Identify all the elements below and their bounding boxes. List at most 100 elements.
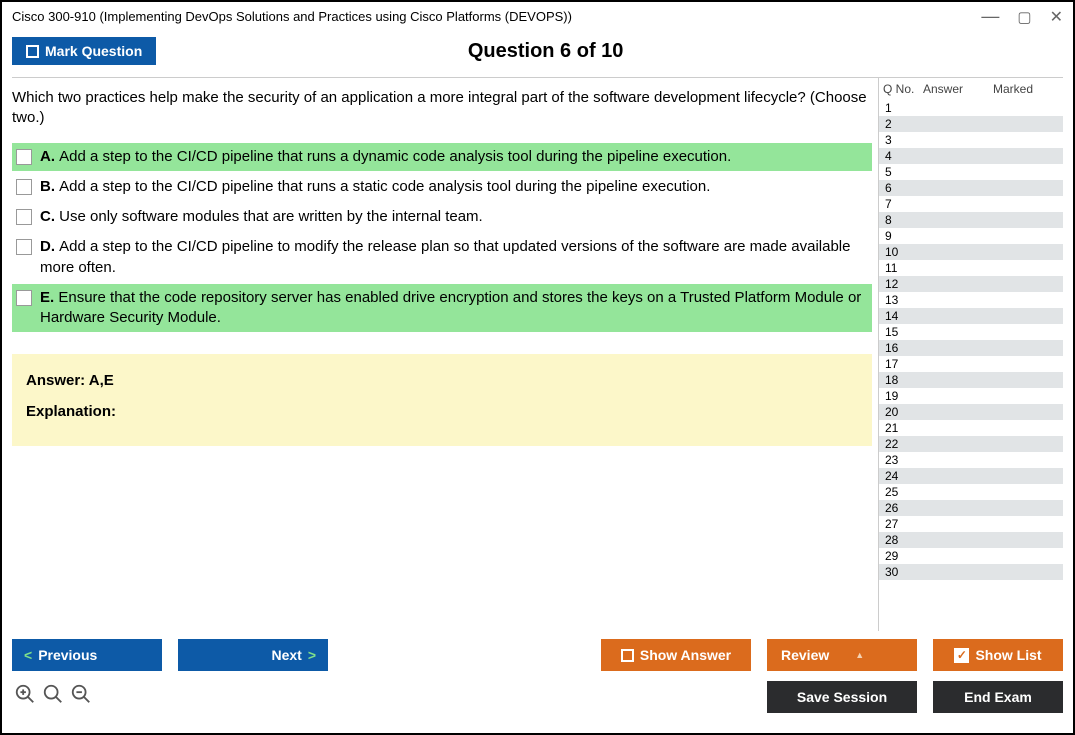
qlist-row[interactable]: 12 (879, 276, 1063, 292)
mark-question-label: Mark Question (45, 43, 142, 59)
zoom-controls (12, 683, 92, 711)
qlist-row[interactable]: 9 (879, 228, 1063, 244)
qlist-row[interactable]: 4 (879, 148, 1063, 164)
option-label: D. (40, 238, 59, 255)
answer-line: Answer: A,E (26, 372, 858, 389)
qlist-row[interactable]: 14 (879, 308, 1063, 324)
show-answer-button[interactable]: Show Answer (601, 639, 751, 671)
titlebar: Cisco 300-910 (Implementing DevOps Solut… (2, 2, 1073, 31)
qlist-row[interactable]: 11 (879, 260, 1063, 276)
qlist-row[interactable]: 16 (879, 340, 1063, 356)
minimize-icon[interactable]: — (981, 6, 999, 27)
option-label: B. (40, 178, 59, 195)
show-list-button[interactable]: ✓ Show List (933, 639, 1063, 671)
question-heading: Question 6 of 10 (156, 40, 935, 63)
show-list-label: Show List (975, 647, 1041, 663)
qlist-row[interactable]: 26 (879, 500, 1063, 516)
qlist-row[interactable]: 25 (879, 484, 1063, 500)
review-button[interactable]: Review ▲ (767, 639, 917, 671)
option-text: B. Add a step to the CI/CD pipeline that… (40, 177, 710, 197)
zoom-in-icon[interactable] (14, 683, 36, 711)
app-window: Cisco 300-910 (Implementing DevOps Solut… (0, 0, 1075, 735)
option-checkbox[interactable] (16, 290, 32, 306)
review-label: Review (781, 647, 829, 663)
qlist-row[interactable]: 17 (879, 356, 1063, 372)
option-label: E. (40, 289, 58, 306)
body-row: Which two practices help make the securi… (12, 78, 1063, 631)
checkbox-icon (621, 649, 634, 662)
qlist-row[interactable]: 19 (879, 388, 1063, 404)
qlist-row[interactable]: 1 (879, 100, 1063, 116)
zoom-out-icon[interactable] (70, 683, 92, 711)
maximize-icon[interactable]: ▢ (1017, 8, 1031, 26)
option-body: Ensure that the code repository server h… (40, 289, 861, 326)
qlist-row[interactable]: 18 (879, 372, 1063, 388)
next-button[interactable]: Next > (178, 639, 328, 671)
question-text: Which two practices help make the securi… (12, 88, 872, 129)
qlist-row[interactable]: 28 (879, 532, 1063, 548)
option-text: A. Add a step to the CI/CD pipeline that… (40, 147, 731, 167)
option-row[interactable]: A. Add a step to the CI/CD pipeline that… (12, 143, 872, 171)
qlist-row[interactable]: 21 (879, 420, 1063, 436)
option-body: Use only software modules that are writt… (59, 208, 483, 225)
option-body: Add a step to the CI/CD pipeline to modi… (40, 238, 850, 275)
next-label: Next (271, 647, 301, 663)
header-row: Mark Question Question 6 of 10 (12, 31, 1063, 78)
qlist-header: Q No. Answer Marked (879, 78, 1063, 100)
footer: < Previous Next > Show Answer Review ▲ (12, 631, 1063, 723)
qlist-row[interactable]: 7 (879, 196, 1063, 212)
option-text: D. Add a step to the CI/CD pipeline to m… (40, 237, 866, 278)
option-row[interactable]: B. Add a step to the CI/CD pipeline that… (12, 173, 872, 201)
chevron-right-icon: > (308, 647, 316, 663)
option-body: Add a step to the CI/CD pipeline that ru… (59, 178, 710, 195)
explanation-label: Explanation: (26, 403, 858, 420)
footer-row-2: Save Session End Exam (12, 681, 1063, 713)
qlist-row[interactable]: 6 (879, 180, 1063, 196)
option-checkbox[interactable] (16, 239, 32, 255)
option-row[interactable]: E. Ensure that the code repository serve… (12, 284, 872, 333)
col-marked: Marked (993, 82, 1059, 96)
qlist-row[interactable]: 15 (879, 324, 1063, 340)
content-area: Mark Question Question 6 of 10 Which two… (2, 31, 1073, 733)
chevron-left-icon: < (24, 647, 32, 663)
qlist-row[interactable]: 24 (879, 468, 1063, 484)
option-text: E. Ensure that the code repository serve… (40, 288, 866, 329)
answer-box: Answer: A,E Explanation: (12, 354, 872, 446)
save-session-button[interactable]: Save Session (767, 681, 917, 713)
qlist-row[interactable]: 3 (879, 132, 1063, 148)
question-pane: Which two practices help make the securi… (12, 78, 874, 631)
qlist-row[interactable]: 13 (879, 292, 1063, 308)
option-body: Add a step to the CI/CD pipeline that ru… (59, 148, 731, 165)
col-answer: Answer (923, 82, 993, 96)
options-list: A. Add a step to the CI/CD pipeline that… (12, 143, 872, 333)
qlist-row[interactable]: 20 (879, 404, 1063, 420)
mark-question-button[interactable]: Mark Question (12, 37, 156, 65)
previous-button[interactable]: < Previous (12, 639, 162, 671)
qlist-row[interactable]: 8 (879, 212, 1063, 228)
zoom-reset-icon[interactable] (42, 683, 64, 711)
save-session-label: Save Session (797, 689, 887, 705)
option-row[interactable]: D. Add a step to the CI/CD pipeline to m… (12, 233, 872, 282)
col-qno: Q No. (883, 82, 923, 96)
end-exam-button[interactable]: End Exam (933, 681, 1063, 713)
qlist-row[interactable]: 27 (879, 516, 1063, 532)
close-icon[interactable]: ✕ (1050, 7, 1063, 27)
qlist-row[interactable]: 23 (879, 452, 1063, 468)
qlist-row[interactable]: 22 (879, 436, 1063, 452)
option-label: A. (40, 148, 59, 165)
option-checkbox[interactable] (16, 149, 32, 165)
option-checkbox[interactable] (16, 209, 32, 225)
qlist-row[interactable]: 2 (879, 116, 1063, 132)
option-label: C. (40, 208, 59, 225)
checkbox-icon (26, 45, 39, 58)
qlist-row[interactable]: 30 (879, 564, 1063, 580)
qlist-row[interactable]: 29 (879, 548, 1063, 564)
show-answer-label: Show Answer (640, 647, 731, 663)
option-row[interactable]: C. Use only software modules that are wr… (12, 203, 872, 231)
question-list-pane: Q No. Answer Marked 12345678910111213141… (878, 78, 1063, 631)
qlist-row[interactable]: 5 (879, 164, 1063, 180)
qlist-row[interactable]: 10 (879, 244, 1063, 260)
option-checkbox[interactable] (16, 179, 32, 195)
window-title: Cisco 300-910 (Implementing DevOps Solut… (12, 9, 572, 24)
qlist-body[interactable]: 1234567891011121314151617181920212223242… (879, 100, 1063, 631)
